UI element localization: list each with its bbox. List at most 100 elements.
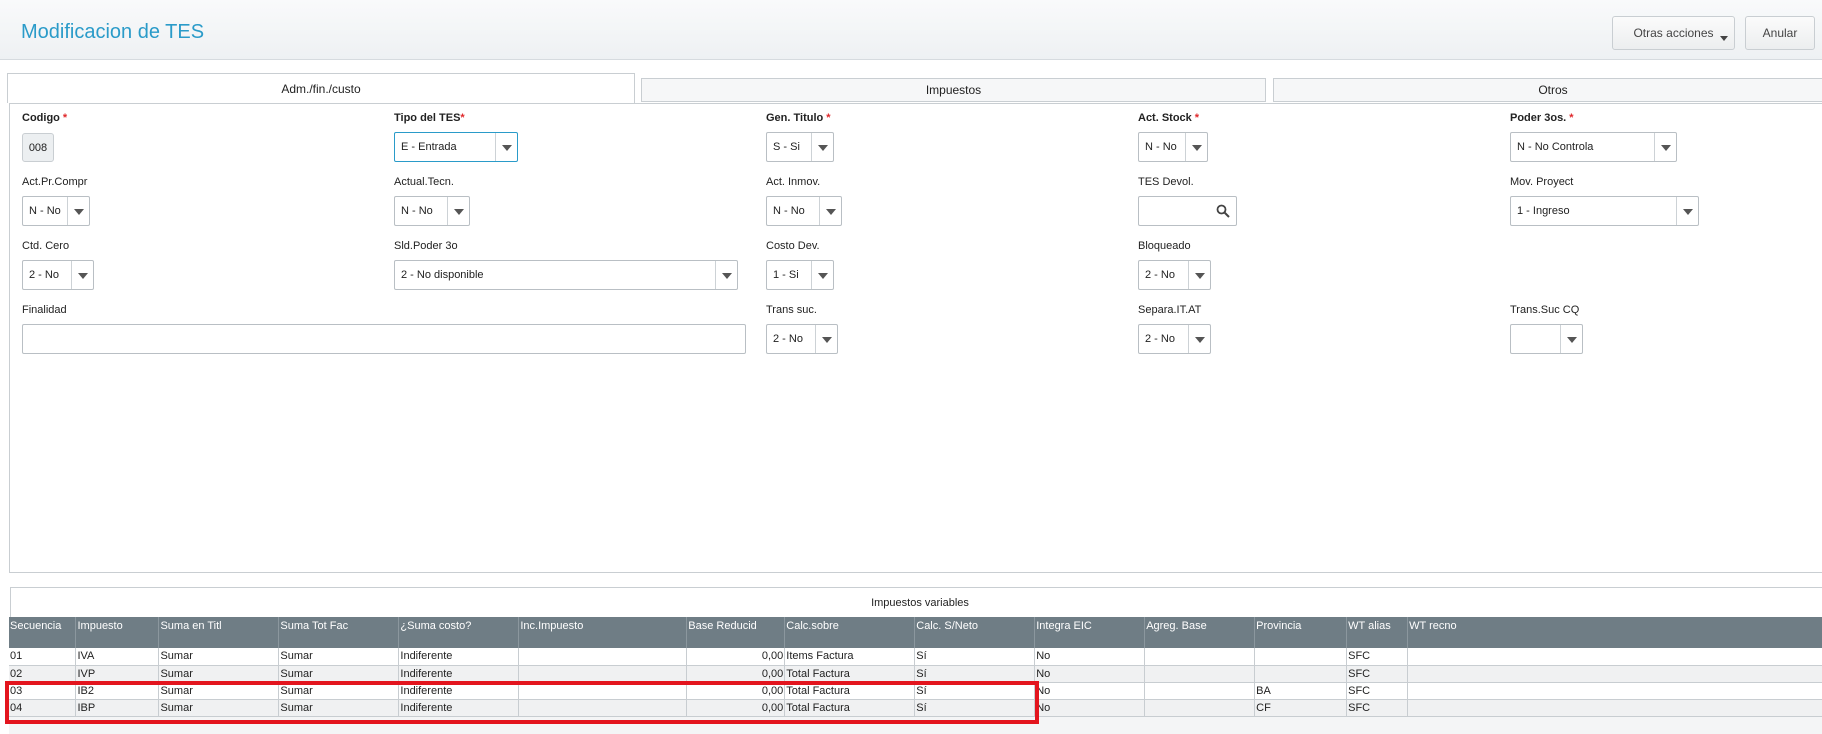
table-cell[interactable]: Sí bbox=[914, 699, 1036, 717]
gen-titulo-select[interactable]: S - Si bbox=[766, 132, 834, 162]
table-cell[interactable] bbox=[518, 648, 688, 666]
table-cell[interactable] bbox=[518, 665, 688, 683]
tab-adm-fin-custo[interactable]: Adm./fin./custo bbox=[7, 73, 635, 103]
column-header[interactable]: ¿Suma costo? bbox=[398, 617, 520, 648]
table-cell[interactable]: 04 bbox=[9, 699, 77, 717]
tipo-tes-select[interactable]: E - Entrada bbox=[394, 132, 518, 162]
mov-proyect-select[interactable]: 1 - Ingreso bbox=[1510, 196, 1699, 226]
table-cell[interactable]: Sumar bbox=[158, 682, 280, 700]
act-inmov-select[interactable]: N - No bbox=[766, 196, 842, 226]
sld-poder-3o-select[interactable]: 2 - No disponible bbox=[394, 260, 738, 290]
chevron-down-icon[interactable] bbox=[71, 261, 93, 289]
table-cell[interactable]: IB2 bbox=[75, 682, 160, 700]
chevron-down-icon[interactable] bbox=[815, 325, 837, 353]
table-cell[interactable]: Indiferente bbox=[398, 682, 520, 700]
column-header[interactable]: Calc. S/Neto bbox=[914, 617, 1036, 648]
chevron-down-icon[interactable] bbox=[715, 261, 737, 289]
table-cell[interactable] bbox=[1254, 648, 1348, 666]
table-cell[interactable] bbox=[1144, 648, 1256, 666]
table-cell[interactable]: 0,00 bbox=[686, 682, 786, 700]
table-cell[interactable]: Sí bbox=[914, 648, 1036, 666]
chevron-down-icon[interactable] bbox=[67, 197, 89, 225]
table-cell[interactable] bbox=[1144, 699, 1256, 717]
table-cell[interactable]: Sumar bbox=[158, 665, 280, 683]
table-cell[interactable] bbox=[518, 699, 688, 717]
table-cell[interactable]: CF bbox=[1254, 699, 1348, 717]
table-cell[interactable]: IBP bbox=[75, 699, 160, 717]
table-cell[interactable] bbox=[1407, 665, 1822, 683]
table-cell[interactable] bbox=[1144, 665, 1256, 683]
actual-tecn-select[interactable]: N - No bbox=[394, 196, 470, 226]
table-cell[interactable]: 0,00 bbox=[686, 648, 786, 666]
table-cell[interactable]: SFC bbox=[1346, 648, 1409, 666]
table-cell[interactable]: 01 bbox=[9, 648, 77, 666]
act-pr-compr-select[interactable]: N - No bbox=[22, 196, 90, 226]
table-cell[interactable] bbox=[1254, 665, 1348, 683]
table-row[interactable]: 01 IVA Sumar Sumar Indiferente 0,00 Item… bbox=[9, 648, 1822, 666]
table-cell[interactable]: SFC bbox=[1346, 699, 1409, 717]
codigo-input[interactable]: 008 bbox=[22, 133, 54, 162]
table-cell[interactable]: Sumar bbox=[278, 665, 400, 683]
column-header[interactable]: Suma en Titl bbox=[158, 617, 280, 648]
table-cell[interactable]: Sí bbox=[914, 682, 1036, 700]
table-cell[interactable]: IVA bbox=[75, 648, 160, 666]
table-cell[interactable]: Sí bbox=[914, 665, 1036, 683]
trans-suc-cq-select[interactable] bbox=[1510, 324, 1583, 354]
tab-otros[interactable]: Otros bbox=[1273, 78, 1822, 102]
column-header[interactable]: Calc.sobre bbox=[784, 617, 916, 648]
search-icon[interactable] bbox=[1216, 204, 1230, 218]
column-header[interactable]: Impuesto bbox=[75, 617, 160, 648]
table-cell[interactable]: BA bbox=[1254, 682, 1348, 700]
column-header[interactable]: Suma Tot Fac bbox=[278, 617, 400, 648]
chevron-down-icon[interactable] bbox=[1676, 197, 1698, 225]
table-cell[interactable]: IVP bbox=[75, 665, 160, 683]
column-header[interactable]: Provincia bbox=[1254, 617, 1348, 648]
column-header[interactable]: Secuencia bbox=[9, 617, 77, 648]
chevron-down-icon[interactable] bbox=[811, 133, 833, 161]
table-cell[interactable]: Sumar bbox=[278, 682, 400, 700]
table-cell[interactable]: Total Factura bbox=[784, 682, 916, 700]
table-cell[interactable]: No bbox=[1034, 665, 1146, 683]
table-cell[interactable]: Sumar bbox=[278, 648, 400, 666]
chevron-down-icon[interactable] bbox=[1188, 325, 1210, 353]
table-cell[interactable]: Total Factura bbox=[784, 699, 916, 717]
table-cell[interactable]: No bbox=[1034, 648, 1146, 666]
chevron-down-icon[interactable] bbox=[1654, 133, 1676, 161]
chevron-down-icon[interactable] bbox=[447, 197, 469, 225]
trans-suc-select[interactable]: 2 - No bbox=[766, 324, 838, 354]
tab-impuestos[interactable]: Impuestos bbox=[641, 78, 1266, 102]
table-cell[interactable]: Indiferente bbox=[398, 665, 520, 683]
chevron-down-icon[interactable] bbox=[495, 133, 517, 161]
table-row[interactable]: 04 IBP Sumar Sumar Indiferente 0,00 Tota… bbox=[9, 699, 1822, 717]
table-cell[interactable]: Total Factura bbox=[784, 665, 916, 683]
chevron-down-icon[interactable] bbox=[819, 197, 841, 225]
chevron-down-icon[interactable] bbox=[811, 261, 833, 289]
column-header[interactable]: WT alias bbox=[1346, 617, 1409, 648]
table-cell[interactable] bbox=[1407, 699, 1822, 717]
costo-dev-select[interactable]: 1 - Si bbox=[766, 260, 834, 290]
cancel-button[interactable]: Anular bbox=[1745, 16, 1815, 50]
separa-it-at-select[interactable]: 2 - No bbox=[1138, 324, 1211, 354]
table-cell[interactable]: SFC bbox=[1346, 665, 1409, 683]
column-header[interactable]: Base Reducid bbox=[686, 617, 786, 648]
chevron-down-icon[interactable] bbox=[1560, 325, 1582, 353]
table-row[interactable]: 02 IVP Sumar Sumar Indiferente 0,00 Tota… bbox=[9, 665, 1822, 683]
table-cell[interactable]: Sumar bbox=[158, 699, 280, 717]
table-cell[interactable]: 03 bbox=[9, 682, 77, 700]
ctd-cero-select[interactable]: 2 - No bbox=[22, 260, 94, 290]
table-cell[interactable]: Indiferente bbox=[398, 699, 520, 717]
column-header[interactable]: WT recno bbox=[1407, 617, 1822, 648]
tes-devol-input[interactable] bbox=[1138, 196, 1237, 226]
act-stock-select[interactable]: N - No bbox=[1138, 132, 1208, 162]
more-actions-button[interactable]: Otras acciones bbox=[1612, 16, 1735, 50]
chevron-down-icon[interactable] bbox=[1188, 261, 1210, 289]
table-cell[interactable]: Indiferente bbox=[398, 648, 520, 666]
table-cell[interactable] bbox=[1144, 682, 1256, 700]
finalidad-input[interactable] bbox=[22, 324, 746, 354]
bloqueado-select[interactable]: 2 - No bbox=[1138, 260, 1211, 290]
table-cell[interactable] bbox=[518, 682, 688, 700]
table-cell[interactable]: 0,00 bbox=[686, 699, 786, 717]
table-cell[interactable]: SFC bbox=[1346, 682, 1409, 700]
column-header[interactable]: Inc.Impuesto bbox=[518, 617, 688, 648]
table-row[interactable]: 03 IB2 Sumar Sumar Indiferente 0,00 Tota… bbox=[9, 682, 1822, 700]
